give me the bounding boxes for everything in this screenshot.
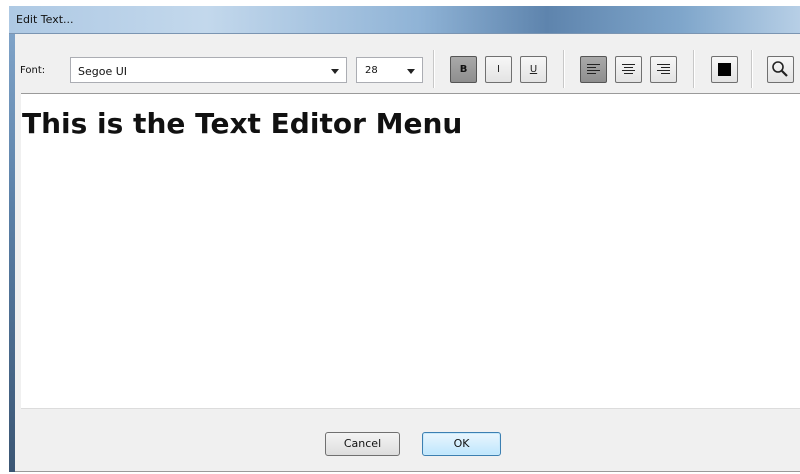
chevron-down-icon xyxy=(331,69,339,74)
text-editor-area[interactable]: This is the Text Editor Menu xyxy=(21,93,800,408)
align-right-icon xyxy=(657,64,670,75)
underline-label: U xyxy=(529,64,538,75)
editor-content: This is the Text Editor Menu xyxy=(22,107,463,140)
toolbar-separator xyxy=(751,50,753,88)
bold-label: B xyxy=(459,64,468,75)
align-left-icon xyxy=(587,64,600,75)
magnifier-icon xyxy=(772,61,788,77)
font-family-dropdown[interactable]: Segoe UI xyxy=(70,57,347,83)
cancel-label: Cancel xyxy=(343,437,382,450)
color-swatch-icon xyxy=(718,63,731,76)
align-right-button[interactable] xyxy=(650,56,677,83)
dialog-title: Edit Text... xyxy=(16,13,74,26)
bold-button[interactable]: B xyxy=(450,56,477,83)
ok-label: OK xyxy=(453,437,470,450)
italic-button[interactable]: I xyxy=(485,56,512,83)
align-center-icon xyxy=(622,64,635,75)
window-bottom-edge xyxy=(15,471,800,472)
font-label: Font: xyxy=(20,65,46,76)
font-family-value: Segoe UI xyxy=(78,65,128,78)
edit-text-dialog: Edit Text... Font: Segoe UI 28 B I U Thi… xyxy=(9,6,800,472)
font-size-value: 28 xyxy=(365,65,378,76)
find-button[interactable] xyxy=(767,56,794,83)
align-left-button[interactable] xyxy=(580,56,607,83)
underline-button[interactable]: U xyxy=(520,56,547,83)
dialog-client-area: Font: Segoe UI 28 B I U This is the Text… xyxy=(15,34,800,472)
ok-button[interactable]: OK xyxy=(422,432,501,456)
italic-label: I xyxy=(497,64,500,75)
text-color-button[interactable] xyxy=(711,56,738,83)
formatting-toolbar: Font: Segoe UI 28 B I U xyxy=(15,34,800,92)
title-bar[interactable]: Edit Text... xyxy=(9,6,800,34)
align-center-button[interactable] xyxy=(615,56,642,83)
divider xyxy=(21,408,800,409)
chevron-down-icon xyxy=(407,69,415,74)
toolbar-separator xyxy=(433,50,435,88)
font-size-dropdown[interactable]: 28 xyxy=(356,57,423,83)
cancel-button[interactable]: Cancel xyxy=(325,432,400,456)
toolbar-separator xyxy=(693,50,695,88)
toolbar-separator xyxy=(563,50,565,88)
